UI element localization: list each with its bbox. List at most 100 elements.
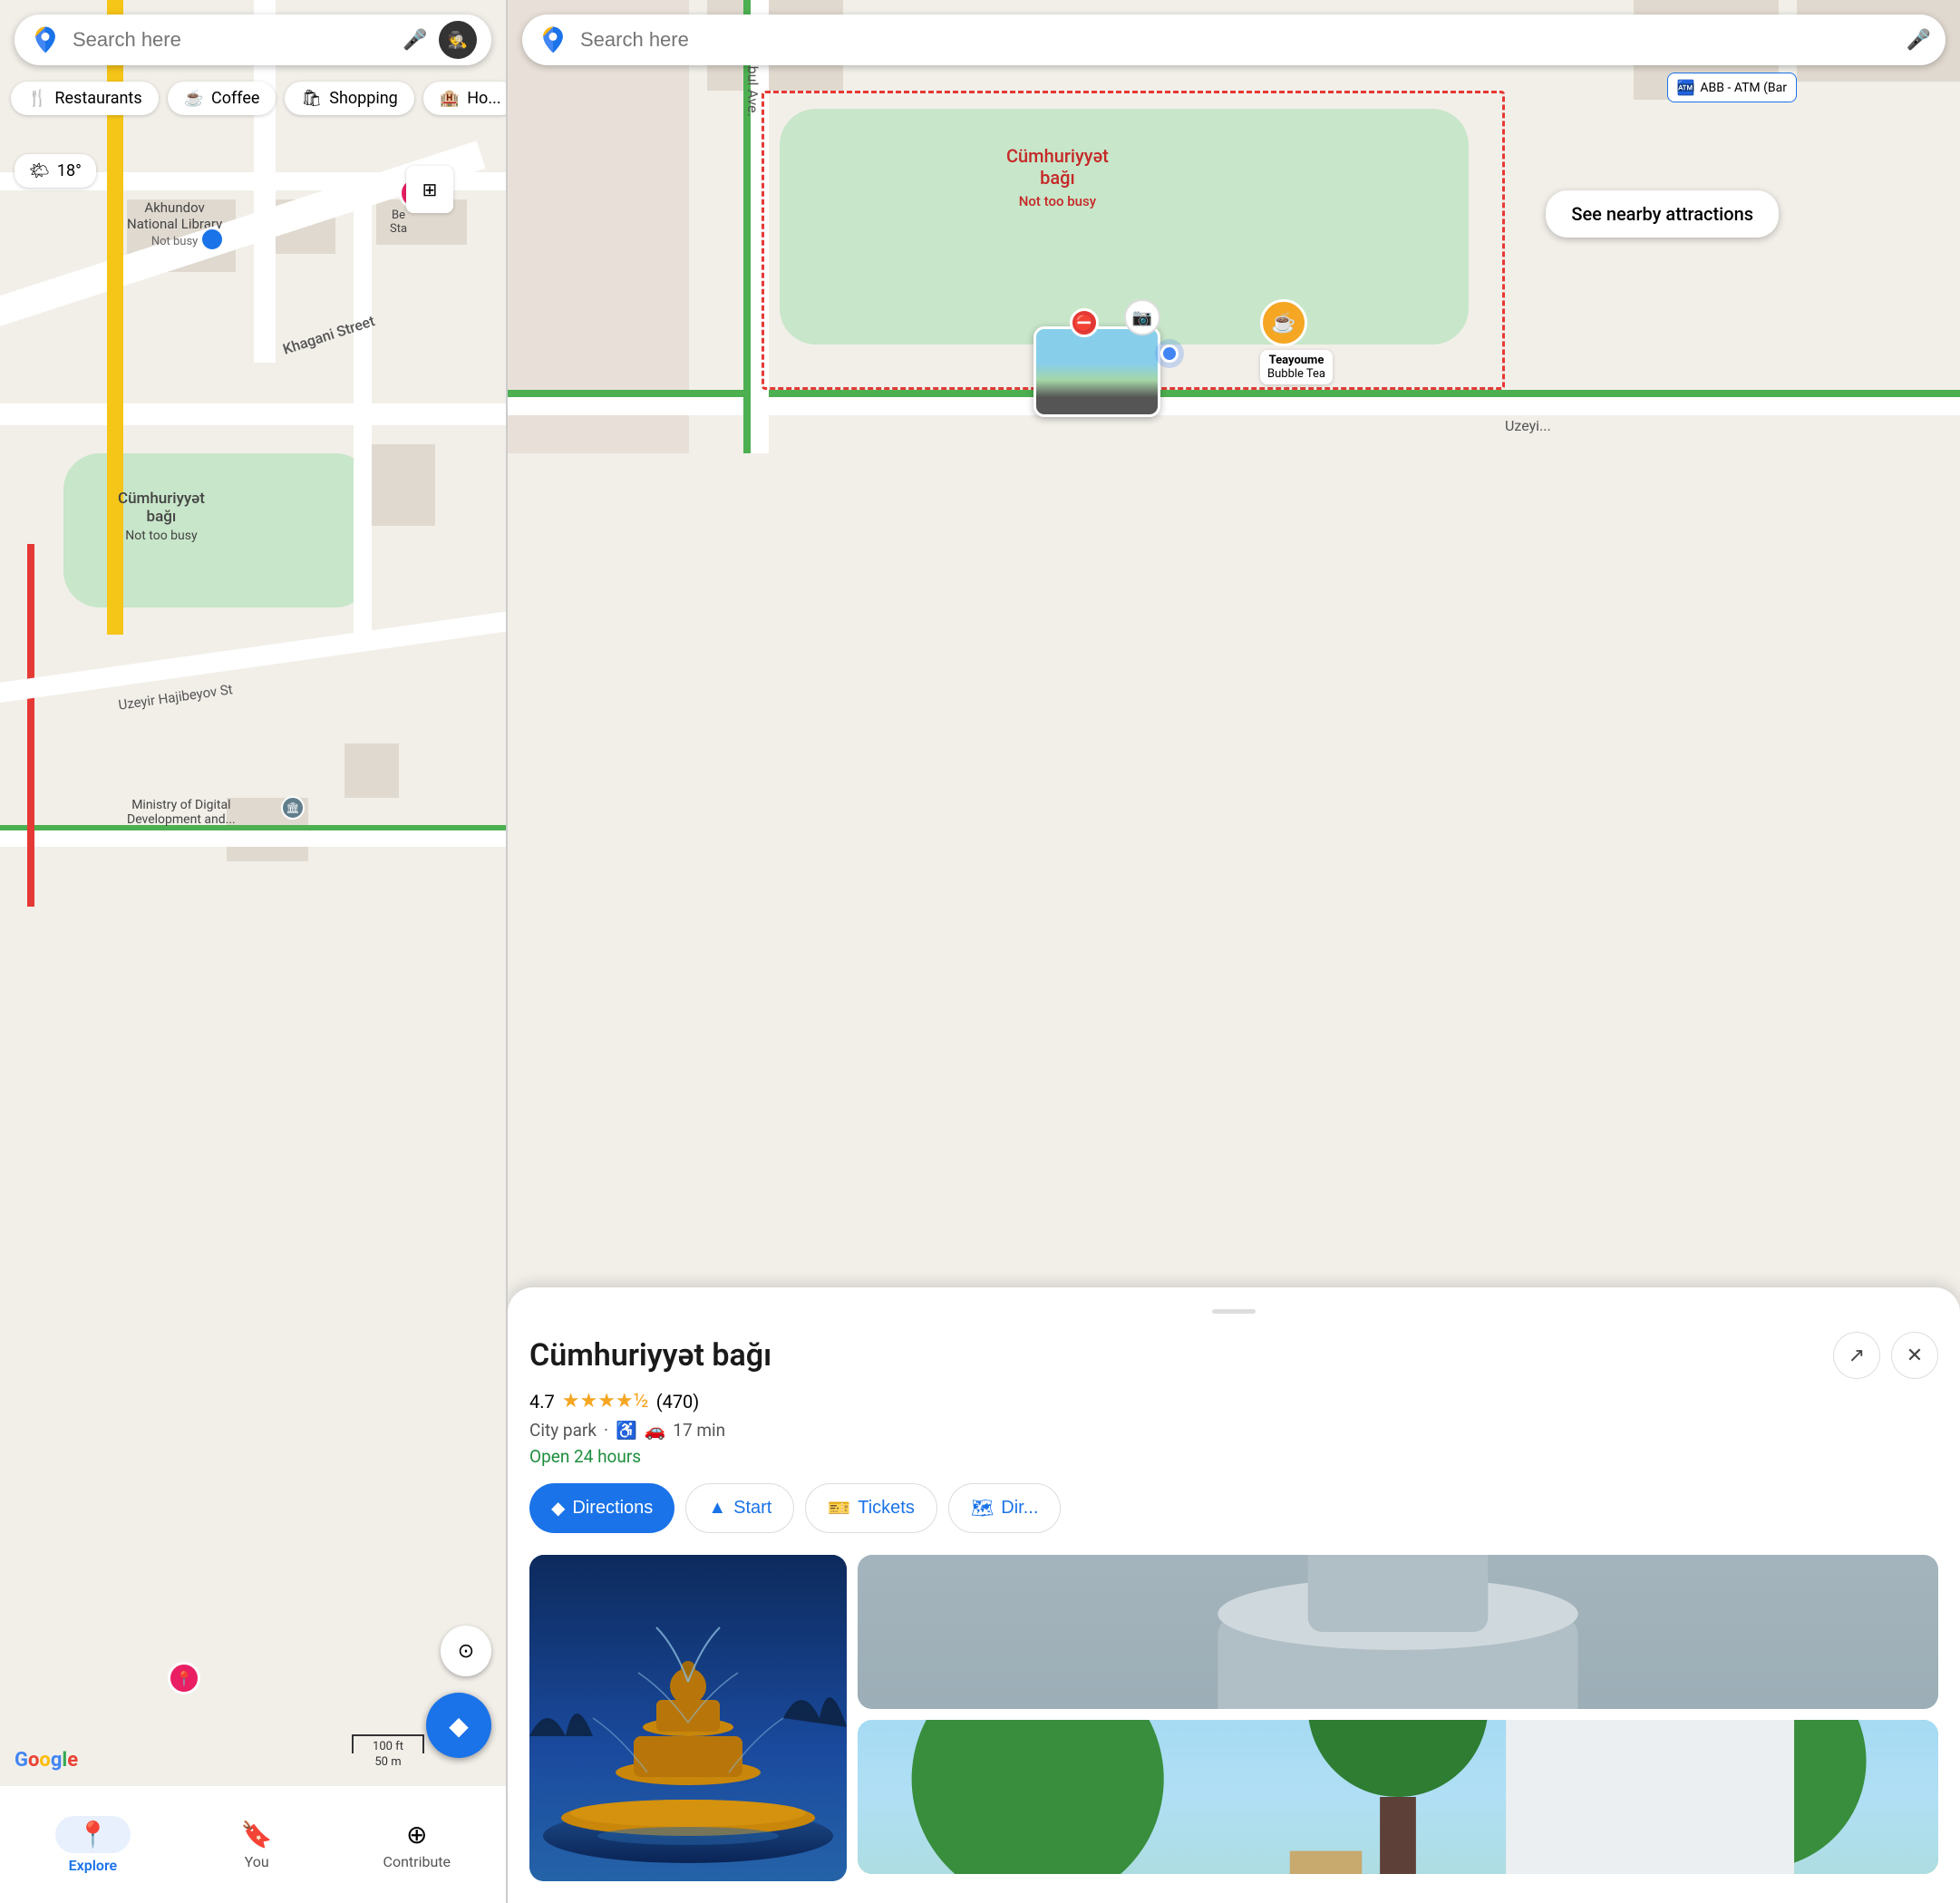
nav-you-label: You [245, 1853, 269, 1870]
google-logo: Google [15, 1749, 78, 1772]
place-card-header: Cümhuriyyət bağı ↗ ✕ [529, 1332, 1938, 1379]
pink-marker-label: BeSta [390, 209, 407, 236]
place-card-rating: 4.7 ★★★★½ (470) [529, 1390, 1938, 1413]
drive-time: 17 min [673, 1420, 725, 1441]
weather-temp: 18° [57, 161, 82, 180]
car-icon: 🚗 [645, 1420, 666, 1441]
place-card: Cümhuriyyət bağı ↗ ✕ 4.7 ★★★★½ (470) Cit… [508, 1287, 1960, 1903]
atm-label: ABB - ATM (Bar [1700, 81, 1787, 95]
right-park-label: CümhuriyyətbağıNot too busy [1006, 145, 1109, 210]
left-spy-icon[interactable]: 🕵️ [439, 21, 477, 59]
photo-park[interactable] [858, 1720, 1938, 1874]
atm-icon: 🏧 [1677, 79, 1695, 96]
fountain-photo [529, 1555, 847, 1881]
restaurant-icon: 🍴 [27, 89, 47, 108]
chip-coffee-label: Coffee [211, 89, 259, 108]
start-label: Start [733, 1498, 771, 1519]
tickets-button[interactable]: 🎫 Tickets [805, 1483, 937, 1533]
accessibility-icon: ♿ [616, 1420, 637, 1441]
nearby-attractions-button[interactable]: See nearby attractions [1546, 190, 1779, 238]
road-v2 [354, 181, 372, 635]
left-map-bg: CümhuriyyətbağıNot too busy AkhundovNati… [0, 0, 506, 1903]
google-maps-logo-left [29, 24, 62, 56]
road-uzeyir [0, 601, 508, 709]
start-icon: ▲ [708, 1498, 726, 1519]
dot-separator: · [604, 1420, 608, 1441]
chip-restaurants-label: Restaurants [54, 89, 141, 108]
hotel-icon: 🏨 [440, 89, 460, 108]
start-button[interactable]: ▲ Start [685, 1483, 794, 1533]
coffee-icon: ☕ [184, 89, 204, 108]
road-red-left [27, 544, 34, 907]
uzeyir-label: Uzeyir Hajibeyov St [117, 681, 233, 714]
r-bg [508, 0, 689, 453]
street-view-preview[interactable] [1033, 326, 1160, 417]
tickets-icon: 🎫 [828, 1497, 850, 1519]
chip-shopping[interactable]: 🛍 Shopping [285, 82, 413, 115]
shopping-icon: 🛍 [301, 89, 322, 108]
weather-icon: 🌤 [29, 161, 50, 180]
uzeyir-right-label: Uzeyi... [1505, 417, 1551, 434]
chip-hotels[interactable]: 🏨 Ho... [423, 82, 508, 115]
close-icon: ✕ [1907, 1345, 1923, 1367]
share-button[interactable]: ↗ [1833, 1332, 1880, 1379]
left-mic-icon[interactable]: 🎤 [399, 24, 432, 56]
ministry-label: Ministry of DigitalDevelopment and... [127, 798, 236, 827]
user-location [1160, 345, 1179, 363]
bottom-nav-left: 📍 Explore 🔖 You ⊕ Contribute [0, 1785, 506, 1903]
left-search-input[interactable] [73, 28, 392, 52]
card-handle [1212, 1309, 1256, 1314]
chip-restaurants[interactable]: 🍴 Restaurants [11, 82, 159, 115]
navigation-fab[interactable]: ◆ [426, 1693, 491, 1758]
r-road-h [508, 397, 1960, 415]
right-mic-icon[interactable]: 🎤 [1907, 29, 1931, 52]
photo-fountain2[interactable] [858, 1555, 1938, 1709]
weather-badge: 🌤 18° [15, 154, 96, 188]
left-search-bar[interactable]: 🎤 🕵️ [15, 15, 491, 65]
teayoume-marker[interactable]: ☕ TeayoumeBubble Tea [1260, 299, 1333, 384]
nav-contribute[interactable]: ⊕ Contribute [365, 1812, 469, 1878]
right-search-bar[interactable]: 🎤 [522, 15, 1945, 65]
nav-you[interactable]: 🔖 You [223, 1812, 291, 1878]
category-chips: 🍴 Restaurants ☕ Coffee 🛍 Shopping 🏨 Ho..… [11, 82, 508, 115]
scale-m: 50 m [352, 1755, 424, 1769]
google-maps-logo-right [537, 24, 569, 56]
place-photos [529, 1555, 1938, 1881]
close-button[interactable]: ✕ [1891, 1332, 1938, 1379]
place-card-title: Cümhuriyyət bağı [529, 1337, 771, 1374]
road-green-inner [0, 830, 508, 847]
left-map-panel: CümhuriyyətbağıNot too busy AkhundovNati… [0, 0, 508, 1903]
more-button[interactable]: 🗺 Dir... [948, 1483, 1062, 1533]
photo-main[interactable] [529, 1555, 847, 1881]
nav-explore-label: Explore [69, 1857, 118, 1874]
ministry-icon: 🏛 [281, 796, 305, 820]
layers-button[interactable]: ⊞ [406, 166, 453, 213]
pink-marker-bottom: 📍 [168, 1662, 200, 1694]
directions-icon: ◆ [551, 1497, 565, 1519]
road-horizontal [0, 403, 508, 425]
tickets-label: Tickets [858, 1498, 915, 1519]
directions-button[interactable]: ◆ Directions [529, 1483, 674, 1533]
atm-marker[interactable]: 🏧 ABB - ATM (Bar [1667, 73, 1798, 102]
photo-park-placeholder [858, 1720, 1938, 1874]
place-card-buttons: ◆ Directions ▲ Start 🎫 Tickets 🗺 Dir... [529, 1483, 1938, 1533]
rating-stars: ★★★★½ [562, 1390, 649, 1413]
photo-fountain2-placeholder [858, 1555, 1938, 1709]
right-search-input[interactable] [580, 28, 1907, 52]
you-icon: 🔖 [241, 1820, 273, 1850]
camera-marker[interactable]: 📷 [1124, 299, 1160, 335]
share-icon: ↗ [1848, 1345, 1865, 1367]
explore-icon: 📍 [77, 1820, 109, 1850]
chip-shopping-label: Shopping [329, 89, 398, 108]
photo-right-col [858, 1555, 1938, 1881]
contribute-icon: ⊕ [406, 1820, 427, 1850]
nav-explore[interactable]: 📍 Explore [37, 1809, 149, 1881]
location-button[interactable]: ⊙ [441, 1626, 491, 1676]
scale-indicator: 100 ft 50 m [352, 1734, 424, 1769]
right-map-panel: CümhuriyyətbağıNot too busy Bulbul Ave. … [508, 0, 1960, 1903]
building-6 [344, 743, 399, 798]
place-card-meta: City park · ♿ 🚗 17 min [529, 1420, 1938, 1441]
left-park-label: CümhuriyyətbağıNot too busy [118, 490, 205, 544]
chip-coffee[interactable]: ☕ Coffee [168, 82, 277, 115]
building-4 [372, 444, 435, 526]
